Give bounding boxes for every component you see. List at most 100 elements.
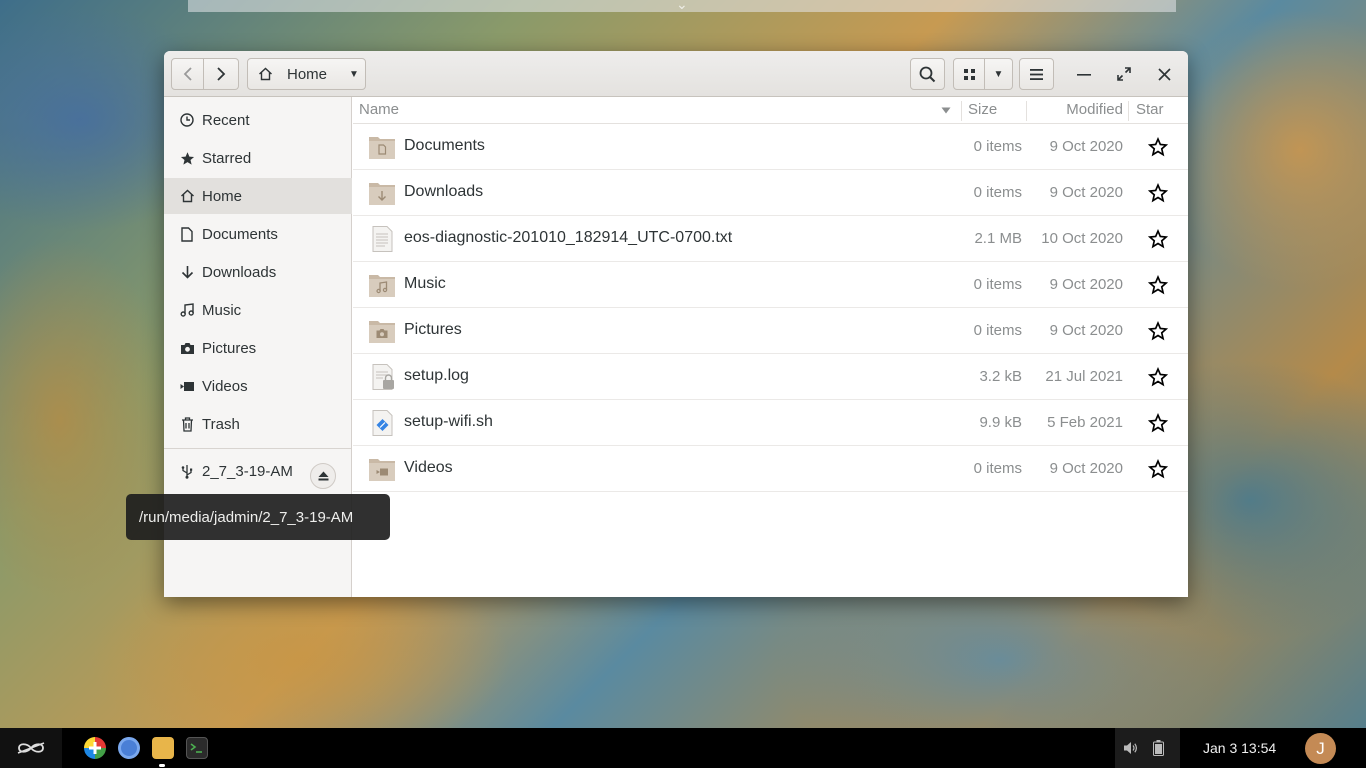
chevron-down-icon[interactable]: ⌄ — [676, 0, 688, 13]
table-row[interactable]: setup.log 3.2 kB 21 Jul 2021 — [353, 354, 1188, 400]
table-row[interactable]: eos-diagnostic-201010_182914_UTC-0700.tx… — [353, 216, 1188, 262]
eject-icon — [318, 471, 328, 481]
star-outline-icon[interactable] — [1148, 459, 1168, 479]
eject-button[interactable] — [310, 463, 336, 489]
grid-icon — [963, 68, 975, 80]
file-modified: 9 Oct 2020 — [1049, 322, 1123, 339]
file-name: Documents — [404, 137, 485, 154]
search-button[interactable] — [910, 58, 945, 90]
files-icon[interactable] — [152, 737, 174, 759]
terminal-icon[interactable] — [186, 737, 208, 759]
folder-documents-icon — [369, 137, 395, 159]
file-name: Music — [404, 275, 446, 292]
minimize-icon — [1077, 74, 1091, 76]
file-size: 0 items — [973, 460, 1022, 477]
close-button[interactable] — [1147, 58, 1181, 90]
file-name: eos-diagnostic-201010_182914_UTC-0700.tx… — [404, 229, 733, 246]
file-modified: 9 Oct 2020 — [1049, 184, 1123, 201]
table-row[interactable]: Documents 0 items 9 Oct 2020 — [353, 124, 1188, 170]
star-outline-icon[interactable] — [1148, 413, 1168, 433]
video-icon — [179, 378, 195, 394]
table-row[interactable]: Downloads 0 items 9 Oct 2020 — [353, 170, 1188, 216]
file-name: Videos — [404, 459, 453, 476]
maximize-icon — [1117, 67, 1131, 81]
column-header-row: Name Size Modified Star — [353, 97, 1188, 124]
file-size: 2.1 MB — [974, 230, 1022, 247]
file-name: setup.log — [404, 367, 469, 384]
minimize-button[interactable] — [1067, 58, 1101, 90]
maximize-button[interactable] — [1107, 58, 1141, 90]
running-indicator — [159, 764, 165, 767]
file-list-view: Name Size Modified Star Documents 0 item… — [353, 97, 1188, 597]
sidebar-item-pictures[interactable]: Pictures — [164, 330, 352, 366]
table-row[interactable]: Pictures 0 items 9 Oct 2020 — [353, 308, 1188, 354]
chevron-right-icon — [217, 67, 226, 81]
sidebar-item-label: Documents — [202, 225, 278, 243]
sidebar-item-home[interactable]: Home — [164, 178, 352, 214]
menu-button[interactable] — [1019, 58, 1054, 90]
file-modified: 10 Oct 2020 — [1041, 230, 1123, 247]
download-icon — [179, 264, 195, 280]
file-name: Pictures — [404, 321, 462, 338]
column-divider[interactable] — [1026, 101, 1027, 121]
device-path-tooltip: /run/media/jadmin/2_7_3-19-AM — [126, 494, 390, 540]
volume-icon[interactable] — [1123, 741, 1138, 755]
system-tray — [1115, 728, 1180, 768]
chevron-left-icon — [183, 67, 192, 81]
back-button[interactable] — [171, 58, 204, 90]
column-header-size[interactable]: Size — [968, 101, 997, 118]
sidebar-separator — [164, 448, 351, 449]
sidebar-item-label: Downloads — [202, 263, 277, 281]
table-row[interactable]: Videos 0 items 9 Oct 2020 — [353, 446, 1188, 492]
sidebar-item-downloads[interactable]: Downloads — [164, 254, 352, 290]
star-outline-icon[interactable] — [1148, 275, 1168, 295]
star-outline-icon[interactable] — [1148, 367, 1168, 387]
desktop-button[interactable] — [0, 728, 62, 768]
column-header-name[interactable]: Name — [359, 101, 399, 118]
path-label: Home — [287, 65, 328, 83]
sidebar-item-recent[interactable]: Recent — [164, 102, 352, 138]
endless-logo-icon — [17, 742, 45, 754]
battery-icon[interactable] — [1153, 740, 1164, 756]
table-row[interactable]: Music 0 items 9 Oct 2020 — [353, 262, 1188, 308]
file-name: setup-wifi.sh — [404, 413, 493, 430]
star-outline-icon[interactable] — [1148, 183, 1168, 203]
folder-videos-icon — [369, 459, 395, 481]
app-center-icon[interactable] — [84, 737, 106, 759]
clock[interactable]: Jan 3 13:54 — [1203, 740, 1276, 756]
star-outline-icon[interactable] — [1148, 137, 1168, 157]
text-file-icon — [372, 226, 393, 252]
path-bar-home-button[interactable]: Home ▼ — [247, 58, 366, 90]
table-row[interactable]: setup-wifi.sh 9.9 kB 5 Feb 2021 — [353, 400, 1188, 446]
view-options-dropdown[interactable]: ▼ — [985, 58, 1013, 90]
sidebar-item-documents[interactable]: Documents — [164, 216, 352, 252]
sort-descending-icon[interactable] — [941, 107, 951, 114]
hamburger-icon — [1030, 68, 1043, 80]
sidebar-item-device[interactable]: 2_7_3-19-AM — [164, 453, 352, 489]
column-divider[interactable] — [1128, 101, 1129, 121]
star-outline-icon[interactable] — [1148, 229, 1168, 249]
star-outline-icon[interactable] — [1148, 321, 1168, 341]
forward-button[interactable] — [204, 58, 239, 90]
sidebar-item-starred[interactable]: Starred — [164, 140, 352, 176]
sidebar-item-music[interactable]: Music — [164, 292, 352, 328]
star-icon — [179, 150, 195, 166]
music-icon — [179, 302, 195, 318]
file-name: Downloads — [404, 183, 484, 200]
avatar[interactable]: J — [1305, 733, 1336, 764]
column-header-modified[interactable]: Modified — [1066, 101, 1123, 118]
column-header-star[interactable]: Star — [1136, 101, 1164, 118]
search-icon — [919, 66, 936, 82]
file-size: 0 items — [973, 276, 1022, 293]
grid-view-button[interactable] — [953, 58, 985, 90]
sidebar-item-label: Trash — [202, 415, 240, 433]
close-icon — [1157, 67, 1171, 81]
folder-pictures-icon — [369, 321, 395, 343]
sidebar-item-videos[interactable]: Videos — [164, 368, 352, 404]
file-modified: 9 Oct 2020 — [1049, 138, 1123, 155]
sidebar-item-label: Home — [202, 187, 243, 205]
column-divider[interactable] — [961, 101, 962, 121]
chromium-icon[interactable] — [118, 737, 140, 759]
header-bar: Home ▼ ▼ — [164, 51, 1188, 97]
sidebar-item-trash[interactable]: Trash — [164, 406, 352, 442]
